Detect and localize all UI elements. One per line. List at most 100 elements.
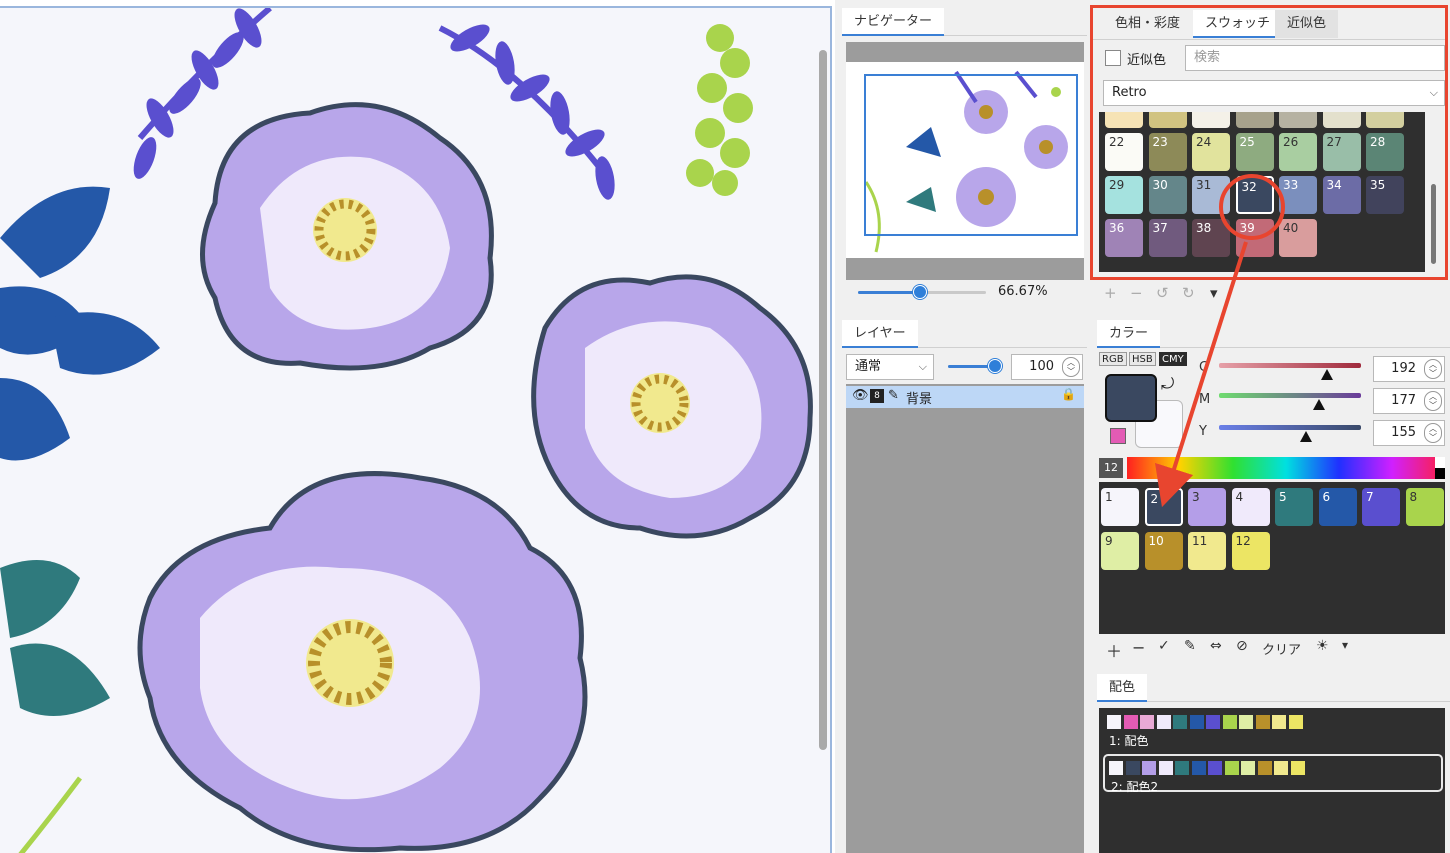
- no-color-icon[interactable]: ⊘: [1236, 638, 1248, 654]
- color-slot-4[interactable]: 4: [1231, 488, 1270, 526]
- swatch-27[interactable]: 27: [1322, 133, 1361, 171]
- scheme-chip: [1224, 761, 1239, 775]
- approx-color-label: 近似色: [1127, 53, 1167, 68]
- color-slot-2[interactable]: 2: [1144, 488, 1183, 526]
- chevron-down-icon: ⌵: [918, 360, 927, 373]
- tab-scheme[interactable]: 配色: [1097, 674, 1148, 702]
- swatch-17[interactable]: 17: [1192, 112, 1230, 128]
- navigator-preview[interactable]: [846, 42, 1084, 280]
- undo-icon[interactable]: ↺: [1156, 284, 1169, 302]
- add-slot-icon[interactable]: ＋: [1106, 638, 1122, 662]
- approx-color-checkbox[interactable]: [1105, 50, 1121, 66]
- eyedropper-icon[interactable]: ✎: [1184, 638, 1196, 654]
- artwork-canvas[interactable]: [0, 6, 832, 853]
- layer-opacity-input[interactable]: 100 ︿ ﹀: [1011, 354, 1083, 380]
- drawing-canvas-area[interactable]: [0, 0, 835, 853]
- mode-cmy-button[interactable]: CMY: [1159, 352, 1187, 366]
- scheme-list: 1: 配色 2: 配色2: [1099, 708, 1445, 853]
- color-slot-10[interactable]: 10: [1144, 532, 1183, 570]
- m-spinner[interactable]: ︿ ﹀: [1424, 391, 1442, 411]
- swatch-24[interactable]: 24: [1192, 133, 1230, 171]
- color-slot-3[interactable]: 3: [1188, 488, 1226, 526]
- swap-icon[interactable]: ⇔: [1210, 638, 1222, 654]
- color-slot-11[interactable]: 11: [1188, 532, 1226, 570]
- swatch-19[interactable]: 19: [1279, 112, 1317, 128]
- primary-color-swatch[interactable]: [1105, 374, 1157, 422]
- swatch-28[interactable]: 28: [1366, 133, 1404, 171]
- mode-hsb-button[interactable]: HSB: [1129, 352, 1156, 366]
- color-slot-12[interactable]: 12: [1231, 532, 1270, 570]
- brightness-icon[interactable]: ☀: [1316, 638, 1329, 654]
- swatch-16[interactable]: 16: [1148, 112, 1187, 128]
- swatch-30[interactable]: 30: [1148, 176, 1187, 214]
- tab-navigator[interactable]: ナビゲーター: [842, 8, 945, 36]
- tab-approx-color[interactable]: 近似色: [1275, 10, 1339, 38]
- y-slider[interactable]: [1219, 425, 1361, 430]
- layer-row[interactable]: 👁 8 ✎ 背景 🔒: [846, 386, 1084, 408]
- tab-layer[interactable]: レイヤー: [842, 320, 918, 348]
- mode-rgb-button[interactable]: RGB: [1099, 352, 1127, 366]
- swatch-26[interactable]: 26: [1279, 133, 1317, 171]
- scheme-chip: [1109, 761, 1123, 775]
- green-berry-cluster: [686, 24, 753, 196]
- y-slider-thumb[interactable]: [1300, 431, 1312, 442]
- swatch-36[interactable]: 36: [1105, 219, 1143, 257]
- remove-swatch-icon[interactable]: −: [1130, 284, 1143, 302]
- y-spinner[interactable]: ︿ ﹀: [1424, 423, 1442, 443]
- scheme-chip: [1158, 761, 1173, 775]
- color-slot-8[interactable]: 8: [1405, 488, 1444, 526]
- c-value-input[interactable]: 192 ︿ ﹀: [1373, 356, 1445, 382]
- color-slot-6[interactable]: 6: [1318, 488, 1357, 526]
- swatch-37[interactable]: 37: [1148, 219, 1187, 257]
- remove-slot-icon[interactable]: −: [1132, 638, 1145, 657]
- blend-mode-select[interactable]: 通常 ⌵: [846, 354, 934, 380]
- scheme-row-1[interactable]: 1: 配色: [1103, 710, 1443, 748]
- color-slot-5[interactable]: 5: [1275, 488, 1313, 526]
- tab-swatch[interactable]: スウォッチ: [1193, 10, 1283, 38]
- color-menu-icon[interactable]: ▾: [1342, 638, 1348, 652]
- swatch-20[interactable]: 20: [1322, 112, 1361, 128]
- swatch-22[interactable]: 22: [1105, 133, 1143, 171]
- c-slider[interactable]: [1219, 363, 1361, 368]
- swatch-21[interactable]: 21: [1366, 112, 1404, 128]
- swatch-menu-icon[interactable]: ▾: [1210, 284, 1218, 302]
- redo-icon[interactable]: ↻: [1182, 284, 1195, 302]
- navigator-view-rectangle[interactable]: [864, 74, 1078, 236]
- swatch-scrollbar[interactable]: [1430, 114, 1437, 269]
- transparent-color-chip[interactable]: [1110, 428, 1126, 444]
- scheme-row-2[interactable]: 2: 配色2: [1103, 754, 1443, 794]
- swatch-15[interactable]: 15: [1105, 112, 1143, 128]
- clear-button[interactable]: クリア: [1262, 639, 1301, 658]
- y-value-input[interactable]: 155 ︿ ﹀: [1373, 420, 1445, 446]
- tab-color[interactable]: カラー: [1097, 320, 1161, 348]
- m-value-input[interactable]: 177 ︿ ﹀: [1373, 388, 1445, 414]
- check-icon[interactable]: ✓: [1158, 638, 1170, 654]
- c-spinner[interactable]: ︿ ﹀: [1424, 359, 1442, 379]
- hue-spectrum-bar[interactable]: [1127, 457, 1445, 479]
- lock-icon[interactable]: 🔒: [1061, 387, 1076, 401]
- zoom-slider-knob[interactable]: [913, 285, 927, 299]
- add-swatch-icon[interactable]: +: [1104, 284, 1117, 302]
- color-slot-7[interactable]: 7: [1362, 488, 1400, 526]
- layer-opacity-value: 100: [1029, 359, 1054, 374]
- swatch-18[interactable]: 18: [1235, 112, 1274, 128]
- canvas-vertical-scrollbar[interactable]: [819, 50, 827, 750]
- swatch-search-input[interactable]: 検索: [1185, 45, 1445, 71]
- color-slot-9[interactable]: 9: [1101, 532, 1139, 570]
- eye-icon[interactable]: 👁: [852, 388, 869, 403]
- color-slot-1[interactable]: 1: [1101, 488, 1139, 526]
- tab-hue-saturation[interactable]: 色相・彩度: [1103, 10, 1192, 38]
- swatch-25[interactable]: 25: [1235, 133, 1274, 171]
- swap-colors-icon[interactable]: ⤾: [1161, 374, 1174, 394]
- opacity-slider-knob[interactable]: [988, 359, 1002, 373]
- swatch-34[interactable]: 34: [1322, 176, 1361, 214]
- m-slider[interactable]: [1219, 393, 1361, 398]
- swatch-23[interactable]: 23: [1148, 133, 1187, 171]
- opacity-spinner[interactable]: ︿ ﹀: [1062, 357, 1080, 377]
- swatch-40[interactable]: 40: [1279, 219, 1317, 257]
- swatch-29[interactable]: 29: [1105, 176, 1143, 214]
- swatch-35[interactable]: 35: [1366, 176, 1404, 214]
- c-slider-thumb[interactable]: [1321, 369, 1333, 380]
- m-slider-thumb[interactable]: [1313, 399, 1325, 410]
- palette-select[interactable]: Retro ⌵: [1103, 80, 1445, 106]
